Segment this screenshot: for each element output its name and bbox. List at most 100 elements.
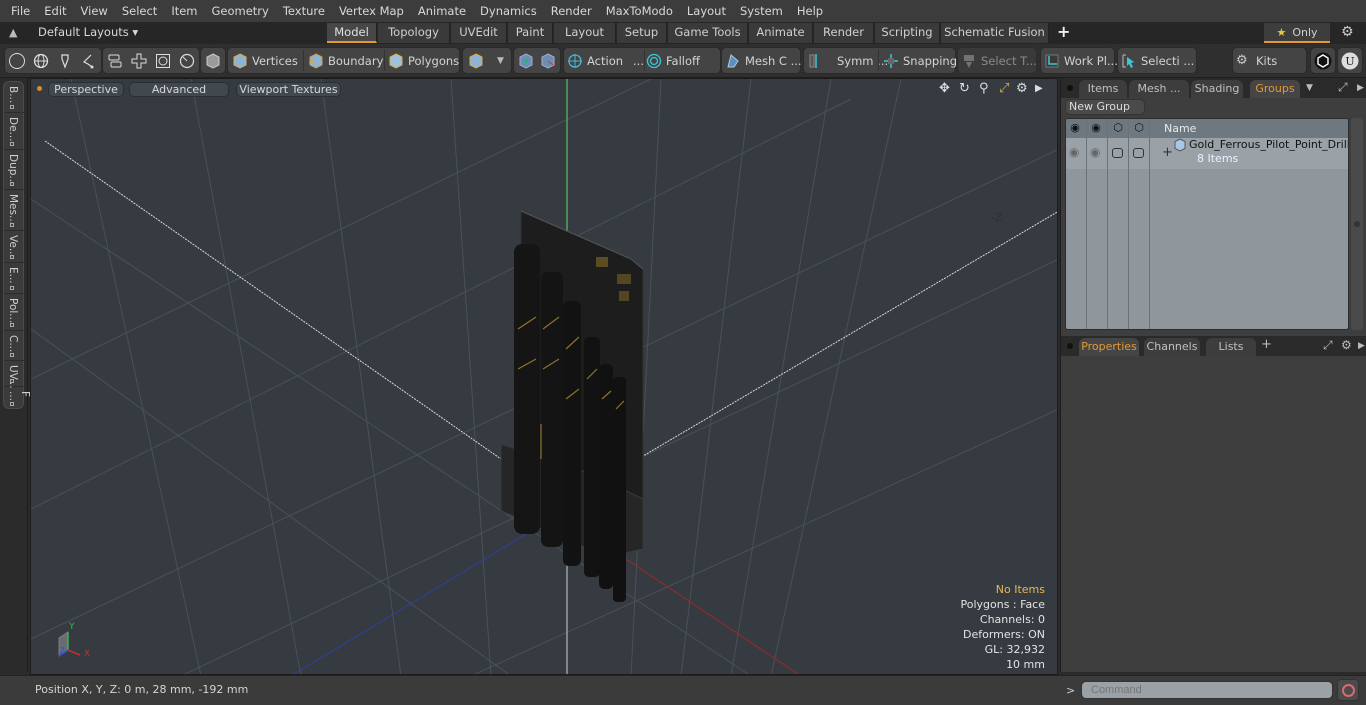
gear-icon[interactable]: ⚙: [1341, 24, 1354, 40]
record-macro-button[interactable]: [1337, 679, 1359, 701]
vtab-pol[interactable]: Pol...: [4, 294, 25, 331]
vtab-mes[interactable]: Mes...: [4, 190, 25, 231]
pivot-axis-icon[interactable]: [540, 48, 556, 73]
tab-scripting[interactable]: Scripting: [875, 23, 940, 43]
advanced-button[interactable]: Advanced: [129, 82, 229, 97]
menu-vertex-map[interactable]: Vertex Map: [332, 0, 411, 22]
pen-icon[interactable]: [57, 48, 73, 73]
tabs-dropdown-icon[interactable]: ▼: [1306, 83, 1313, 93]
menu-select[interactable]: Select: [115, 0, 164, 22]
menu-layout[interactable]: Layout: [680, 0, 733, 22]
name-column-header[interactable]: Name: [1164, 122, 1196, 135]
unity-icon[interactable]: [1314, 48, 1332, 73]
row-render-camera-icon[interactable]: ◉: [1090, 145, 1100, 159]
panel-expand-arrow-icon[interactable]: ▶: [1357, 83, 1364, 93]
zoom-view-icon[interactable]: ⚲: [979, 81, 989, 96]
menu-render[interactable]: Render: [544, 0, 599, 22]
menu-texture[interactable]: Texture: [276, 0, 332, 22]
only-toggle[interactable]: ★ Only: [1264, 23, 1330, 43]
kits-button[interactable]: ⚙ Kits: [1236, 48, 1277, 73]
expand-group-button[interactable]: +: [1162, 145, 1173, 160]
select-through-button[interactable]: Select T...: [961, 48, 1037, 73]
visibility-eye-icon[interactable]: ◉: [1068, 121, 1082, 134]
row-visibility-eye-icon[interactable]: ◉: [1069, 145, 1079, 159]
lasso-path-icon[interactable]: [81, 48, 97, 73]
action-center-button[interactable]: Action...: [567, 48, 644, 73]
shaded-cube-icon[interactable]: [205, 48, 221, 73]
menu-help[interactable]: Help: [790, 0, 830, 22]
add-tab-button[interactable]: +: [1057, 22, 1070, 41]
unreal-icon[interactable]: U: [1341, 48, 1359, 73]
group-row[interactable]: ◉ ◉ + Gold_Ferrous_Pilot_Point_Drill... …: [1066, 138, 1348, 169]
vtab-uv[interactable]: UV...: [4, 361, 25, 389]
menu-maxtomodo[interactable]: MaxToModo: [599, 0, 680, 22]
mesh-constraint-button[interactable]: Mesh C ...: [725, 48, 802, 73]
menu-file[interactable]: File: [4, 0, 37, 22]
circle-select-icon[interactable]: [9, 48, 29, 73]
clock-dial-icon[interactable]: [179, 48, 195, 73]
vtab-ve[interactable]: Ve...: [4, 231, 25, 263]
menu-dynamics[interactable]: Dynamics: [473, 0, 544, 22]
row-select-checkbox[interactable]: [1133, 148, 1144, 158]
tab-groups[interactable]: Groups: [1250, 80, 1300, 98]
viewport-settings-icon[interactable]: ⚙: [1016, 81, 1028, 96]
tab-model[interactable]: Model: [327, 23, 377, 43]
menu-animate[interactable]: Animate: [411, 0, 473, 22]
frame-circle-icon[interactable]: [155, 48, 171, 73]
vertices-button[interactable]: Vertices: [232, 48, 298, 73]
item-cube-icon[interactable]: [468, 48, 484, 73]
boundary-button[interactable]: Boundary: [308, 48, 383, 73]
cross-grid-icon[interactable]: [131, 48, 147, 73]
3d-viewport[interactable]: Perspective Advanced Viewport Textures ✥…: [30, 78, 1058, 675]
lock-cube-icon[interactable]: ⬡: [1111, 121, 1125, 134]
default-layouts-dropdown[interactable]: Default Layouts ▾: [38, 25, 138, 39]
falloff-button[interactable]: Falloff: [646, 48, 700, 73]
properties-expand-arrow-icon[interactable]: ▶: [1358, 341, 1365, 351]
properties-menu-dot-icon[interactable]: [1067, 343, 1073, 349]
tab-channels[interactable]: Channels: [1144, 338, 1200, 356]
rotate-view-icon[interactable]: ↻: [959, 81, 970, 96]
viewport-menu-dot-icon[interactable]: [37, 86, 42, 91]
snapping-button[interactable]: Snapping: [883, 48, 957, 73]
pan-move-icon[interactable]: ✥: [939, 81, 950, 96]
select-cube-icon[interactable]: ⬡: [1132, 121, 1146, 134]
vtab-e[interactable]: E...: [4, 263, 25, 294]
maximize-view-icon[interactable]: ⤢: [999, 81, 1009, 96]
tab-schematic-fusion[interactable]: Schematic Fusion: [941, 23, 1049, 43]
menu-item[interactable]: Item: [164, 0, 204, 22]
drill-set-model[interactable]: [500, 210, 644, 602]
collapse-up-icon[interactable]: ▲: [9, 26, 17, 39]
tab-topology[interactable]: Topology: [378, 23, 450, 43]
menu-view[interactable]: View: [74, 0, 115, 22]
menu-geometry[interactable]: Geometry: [205, 0, 276, 22]
menu-edit[interactable]: Edit: [37, 0, 73, 22]
tab-layout[interactable]: Layout: [554, 23, 616, 43]
tab-mesh[interactable]: Mesh ...: [1129, 80, 1189, 98]
groups-scrollbar[interactable]: [1351, 118, 1363, 330]
symmetry-button[interactable]: Symm ...: [807, 48, 888, 73]
tab-game-tools[interactable]: Game Tools: [668, 23, 748, 43]
globe-icon[interactable]: [33, 48, 49, 73]
align-icon[interactable]: [107, 48, 123, 73]
panel-maximize-icon[interactable]: ⤢: [1338, 80, 1348, 95]
command-input[interactable]: [1081, 681, 1333, 699]
add-properties-tab-button[interactable]: +: [1261, 337, 1272, 352]
new-group-button[interactable]: New Group: [1065, 99, 1145, 115]
item-mode-dropdown-icon[interactable]: ▼: [497, 48, 504, 73]
tab-items[interactable]: Items: [1079, 80, 1127, 98]
vtab-de[interactable]: De...: [4, 113, 25, 150]
perspective-button[interactable]: Perspective: [48, 82, 124, 97]
selection-sets-button[interactable]: Selecti ...: [1121, 48, 1194, 73]
vtab-f[interactable]: F ...: [4, 387, 31, 409]
tab-animate[interactable]: Animate: [749, 23, 813, 43]
tab-render[interactable]: Render: [814, 23, 874, 43]
render-camera-icon[interactable]: ◉: [1089, 121, 1103, 134]
pivot-center-icon[interactable]: [518, 48, 534, 73]
tab-paint[interactable]: Paint: [508, 23, 553, 43]
row-lock-checkbox[interactable]: [1112, 148, 1123, 158]
viewport-expand-arrow-icon[interactable]: ▶: [1035, 83, 1043, 94]
vtab-dup[interactable]: Dup...: [4, 150, 25, 190]
tab-setup[interactable]: Setup: [617, 23, 667, 43]
polygons-button[interactable]: Polygons: [388, 48, 459, 73]
tab-properties[interactable]: Properties: [1079, 338, 1139, 356]
